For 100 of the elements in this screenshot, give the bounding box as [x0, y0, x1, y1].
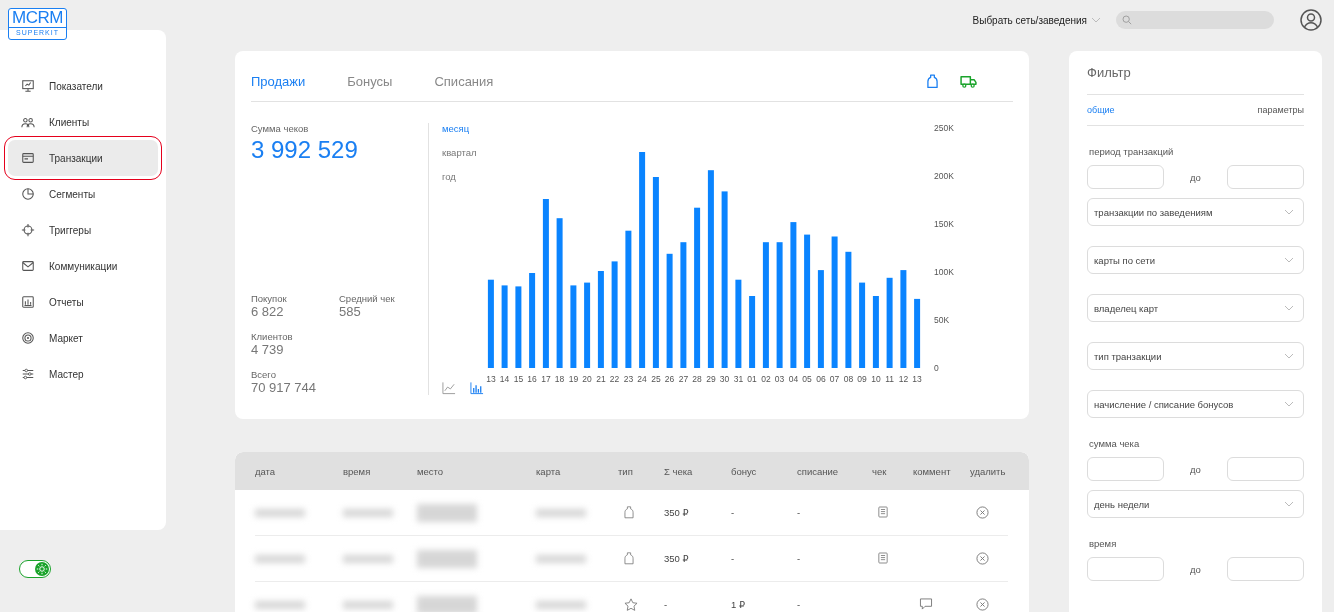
blurred-text: [417, 595, 477, 612]
input-field[interactable]: [1227, 557, 1304, 581]
input-field[interactable]: [1087, 457, 1164, 481]
stat-label: Клиентов: [251, 331, 294, 342]
column-header: место: [417, 465, 445, 477]
period-option[interactable]: год: [442, 171, 456, 182]
input-field[interactable]: [1087, 165, 1164, 189]
table-cell-text: -: [797, 553, 802, 564]
sliders-icon: [21, 367, 35, 381]
bar: [749, 296, 756, 368]
x-axis-label: 22: [609, 374, 620, 384]
nav-item[interactable]: Маркет: [8, 320, 158, 356]
tab[interactable]: Списания: [434, 73, 494, 89]
x-axis-label: 25: [651, 374, 661, 384]
x-axis-label: 07: [829, 374, 840, 384]
caret-icon: [1285, 401, 1293, 407]
table-cell-text: -: [731, 507, 736, 518]
nav-item[interactable]: Триггеры: [8, 212, 158, 248]
x-axis-label: 23: [623, 374, 634, 384]
blurred-text: [255, 600, 305, 609]
nav-item[interactable]: Мастер: [8, 356, 158, 392]
input-field[interactable]: [1087, 557, 1164, 581]
filter-tab[interactable]: параметры: [1257, 105, 1304, 115]
x-axis-label: 31: [733, 374, 744, 384]
truck-icon[interactable]: [960, 74, 977, 88]
period-option[interactable]: месяц: [442, 123, 470, 134]
x-axis-label: 10: [871, 374, 881, 384]
column-header: бонус: [731, 465, 758, 477]
x-axis-label: 19: [568, 374, 579, 384]
dropdown[interactable]: карты по сети: [1087, 246, 1304, 274]
mail-icon: [21, 259, 35, 273]
period-option[interactable]: квартал: [442, 147, 477, 158]
input-field[interactable]: [1227, 165, 1304, 189]
network-select[interactable]: Выбрать сеть/заведения: [972, 9, 1100, 31]
nav-item[interactable]: Коммуникации: [8, 248, 158, 284]
nav-item[interactable]: Показатели: [8, 68, 158, 104]
column-header: удалить: [970, 465, 1007, 477]
dropdown[interactable]: владелец карт: [1087, 294, 1304, 322]
column-header: чек: [872, 465, 888, 477]
y-axis-label: 150K: [934, 219, 954, 229]
dropdown[interactable]: начисление / списание бонусов: [1087, 390, 1304, 418]
delete-icon[interactable]: [976, 505, 989, 519]
blurred-text: [343, 554, 393, 563]
column-header: Σ чека: [664, 465, 694, 477]
blurred-text: [536, 554, 586, 563]
user-icon[interactable]: [1300, 9, 1322, 31]
bag-icon: [624, 505, 634, 519]
x-axis-label: 30: [719, 374, 730, 384]
dropdown[interactable]: тип транзакции: [1087, 342, 1304, 370]
table-cell-text: -: [797, 507, 802, 518]
x-axis-label: 27: [678, 374, 689, 384]
receipt-icon[interactable]: [878, 505, 888, 518]
field-label: сумма чека: [1088, 438, 1141, 449]
table-cell-text: 350 ₽: [664, 553, 690, 564]
x-axis-label: 16: [527, 374, 537, 384]
tab[interactable]: Бонусы: [347, 73, 393, 89]
bar-chart-icon[interactable]: [470, 381, 484, 395]
bag-icon[interactable]: [927, 73, 938, 89]
nav-item[interactable]: Отчеты: [8, 284, 158, 320]
caret-icon: [1285, 501, 1293, 507]
delete-icon[interactable]: [976, 597, 989, 611]
dropdown[interactable]: день недели: [1087, 490, 1304, 518]
x-axis-label: 20: [582, 374, 592, 384]
x-axis-label: 12: [898, 374, 909, 384]
x-axis-label: 17: [541, 374, 551, 384]
theme-toggle[interactable]: [19, 560, 51, 578]
field-label: период транзакций: [1088, 146, 1175, 157]
delete-icon[interactable]: [976, 551, 989, 565]
caret-icon: [1092, 17, 1100, 23]
x-axis-label: 04: [788, 374, 799, 384]
dropdown[interactable]: транзакции по заведениям: [1087, 198, 1304, 226]
stat-value: 585: [339, 304, 362, 319]
tab[interactable]: Продажи: [251, 73, 306, 89]
users-icon: [21, 115, 35, 129]
search-field[interactable]: [1116, 11, 1274, 29]
x-axis-label: 01: [747, 374, 757, 384]
total-label: Сумма чеков: [251, 123, 310, 134]
x-axis-label: 14: [499, 374, 510, 384]
caret-icon: [1285, 353, 1293, 359]
star-icon: [624, 597, 638, 612]
blurred-text: [255, 508, 305, 517]
caret-icon: [1285, 305, 1293, 311]
caret-icon: [1285, 257, 1293, 263]
receipt-icon[interactable]: [878, 551, 888, 564]
blurred-text: [343, 600, 393, 609]
line-chart-icon[interactable]: [442, 381, 456, 395]
stat-label: Покупок: [251, 293, 288, 304]
x-axis-label: 28: [692, 374, 702, 384]
nav-item[interactable]: Клиенты: [8, 104, 158, 140]
nav-item[interactable]: Сегменты: [8, 176, 158, 212]
x-axis-label: 24: [637, 374, 647, 384]
bar: [872, 296, 879, 368]
blurred-text: [536, 508, 586, 517]
comment-icon[interactable]: [919, 597, 933, 610]
filter-tab[interactable]: общие: [1087, 105, 1115, 115]
range-separator: до: [1190, 563, 1201, 575]
input-field[interactable]: [1227, 457, 1304, 481]
column-header: карта: [536, 465, 562, 477]
range-separator: до: [1190, 171, 1201, 183]
sun-icon: [35, 562, 49, 576]
